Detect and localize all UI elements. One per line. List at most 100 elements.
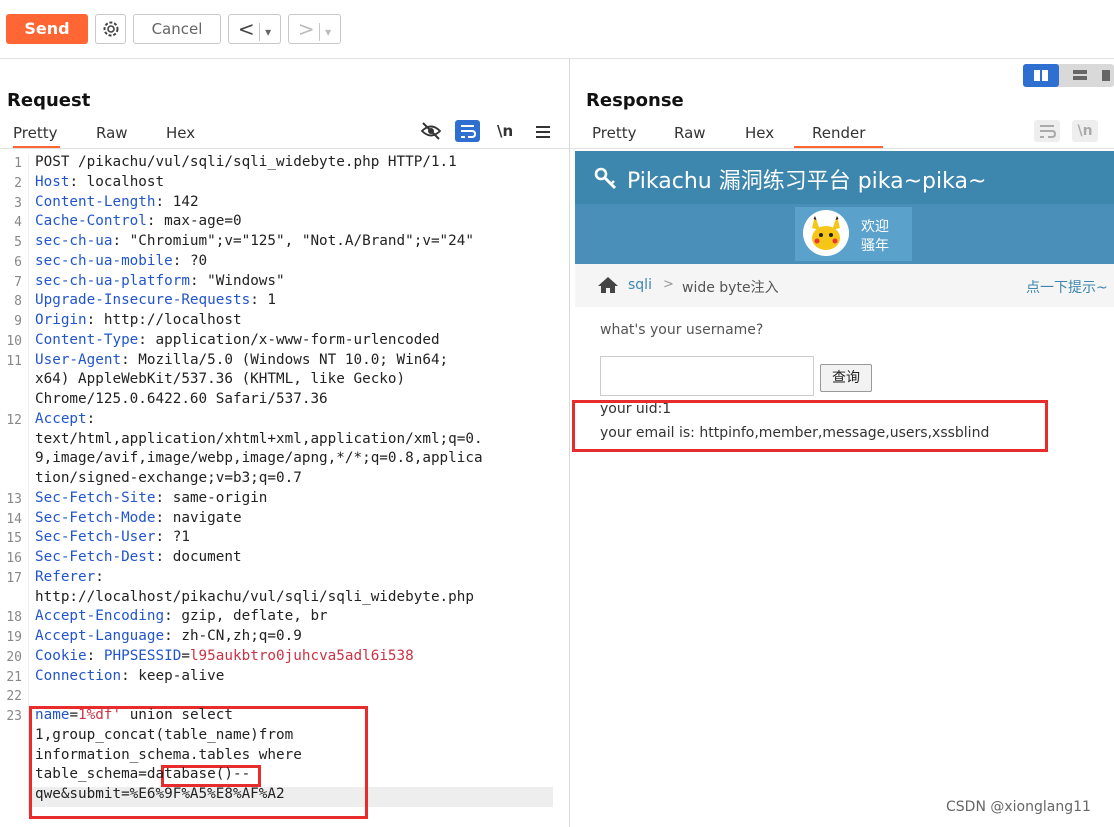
code-line: Chrome/125.0.6422.60 Safari/537.36 <box>35 391 328 407</box>
code-line: sec-ch-ua: "Chromium";v="125", "Not.A/Br… <box>35 233 474 249</box>
back-arrow-icon: < <box>237 17 255 41</box>
line-number: 12 <box>6 412 22 428</box>
layout-toggle <box>1023 64 1114 87</box>
line-number: 15 <box>6 531 22 547</box>
code-line: Accept-Encoding: gzip, deflate, br <box>35 608 328 625</box>
code-line: sec-ch-ua-platform: "Windows" <box>35 272 285 289</box>
avatar <box>803 210 849 256</box>
code-line: Sec-Fetch-Site: same-origin <box>35 489 268 506</box>
gear-icon <box>103 21 118 37</box>
code-line: Origin: http://localhost <box>35 312 242 328</box>
code-line: sec-ch-ua-mobile: ?0 <box>35 252 208 269</box>
columns-icon <box>1034 70 1048 81</box>
line-number: 13 <box>6 491 22 507</box>
user-bar: 欢迎 骚年 <box>575 204 1114 264</box>
code-line: table_schema=database()-- <box>35 766 251 783</box>
forward-button[interactable]: > ▾ <box>288 14 341 44</box>
username-input[interactable] <box>600 356 814 396</box>
cancel-button[interactable]: Cancel <box>133 14 221 44</box>
forward-dropdown-icon[interactable]: ▾ <box>325 25 331 39</box>
line-number: 19 <box>6 630 22 645</box>
code-line: Accept-Language: zh-CN,zh;q=0.9 <box>35 628 302 644</box>
code-line: Host: localhost <box>35 173 165 190</box>
code-line: Content-Type: application/x-www-form-url… <box>35 331 440 348</box>
line-number: 5 <box>14 235 22 250</box>
line-number: 7 <box>14 274 22 290</box>
wrap-icon <box>1040 125 1057 138</box>
code-line: Sec-Fetch-User: ?1 <box>35 529 190 546</box>
welcome-text-1: 欢迎 <box>861 219 889 235</box>
code-line: Cookie: PHPSESSID=l95aukbtro0juhcva5adl6… <box>35 647 414 664</box>
code-line: http://localhost/pikachu/vul/sqli/sqli_w… <box>35 588 474 605</box>
line-number: 11 <box>6 353 22 369</box>
code-line: Upgrade-Insecure-Requests: 1 <box>35 292 277 309</box>
line-number: 14 <box>6 511 22 527</box>
code-line: Referer: <box>35 568 104 585</box>
breadcrumb-sqli-link[interactable]: sqli <box>628 277 652 293</box>
panel-divider[interactable] <box>569 58 570 827</box>
code-line: qwe&submit=%E6%9F%A5%E8%AF%A2 <box>35 786 285 802</box>
line-number: 23 <box>6 709 22 724</box>
back-dropdown-icon[interactable]: ▾ <box>265 25 271 39</box>
line-number: 9 <box>14 314 22 329</box>
line-number: 10 <box>6 333 22 349</box>
code-line: 1,group_concat(table_name)from <box>35 726 294 743</box>
code-line: Sec-Fetch-Mode: navigate <box>35 509 242 526</box>
single-panel-icon[interactable] <box>1098 64 1114 87</box>
breadcrumb-current: wide byte注入 <box>682 280 779 296</box>
line-number: 21 <box>6 669 22 685</box>
line-number: 8 <box>14 294 22 310</box>
wrap-lines-button[interactable] <box>455 120 480 142</box>
response-newline-toggle[interactable]: \n <box>1072 120 1098 142</box>
line-number: 16 <box>6 551 22 566</box>
code-line: tion/signed-exchange;v=b3;q=0.7 <box>35 470 302 486</box>
welcome-text-2: 骚年 <box>861 238 889 254</box>
pikachu-avatar-icon <box>812 216 840 250</box>
code-line: User-Agent: Mozilla/5.0 (Windows NT 10.0… <box>35 351 449 368</box>
line-number: 18 <box>6 610 22 626</box>
menu-icon[interactable] <box>535 124 551 140</box>
code-line: POST /pikachu/vul/sqli/sqli_widebyte.php… <box>35 154 457 170</box>
response-tab-render[interactable]: Render <box>794 124 884 148</box>
response-title: Response <box>586 90 684 111</box>
newline-toggle[interactable]: \n <box>497 122 513 140</box>
line-number: 6 <box>14 254 22 270</box>
query-button[interactable]: 查询 <box>820 364 872 392</box>
code-line: Cache-Control: max-age=0 <box>35 213 242 230</box>
request-tab-raw[interactable]: Raw <box>96 124 128 142</box>
key-icon <box>594 167 617 190</box>
result-highlight <box>572 400 1048 452</box>
line-number: 20 <box>6 649 22 665</box>
send-button[interactable]: Send <box>6 14 88 44</box>
back-button[interactable]: < ▾ <box>228 14 281 44</box>
user-box[interactable]: 欢迎 骚年 <box>795 207 912 261</box>
code-line: Connection: keep-alive <box>35 667 225 684</box>
response-tab-hex[interactable]: Hex <box>745 124 774 142</box>
line-number: 1 <box>14 156 22 171</box>
username-prompt: what's your username? <box>600 322 764 338</box>
settings-button[interactable] <box>95 14 126 44</box>
line-number: 3 <box>14 195 22 211</box>
breadcrumb: sqli > wide byte注入 点一下提示~ <box>575 264 1114 307</box>
request-tab-hex[interactable]: Hex <box>166 124 195 142</box>
hide-icon[interactable] <box>420 121 442 141</box>
response-tab-raw[interactable]: Raw <box>674 124 706 142</box>
breadcrumb-separator: > <box>663 277 674 292</box>
hint-link[interactable]: 点一下提示~ <box>1026 277 1108 297</box>
request-tab-pretty[interactable]: Pretty <box>13 124 60 148</box>
site-header: Pikachu 漏洞练习平台 pika~pika~ <box>575 151 1114 204</box>
code-line: information_schema.tables where <box>35 746 302 763</box>
line-number: 22 <box>6 689 22 705</box>
request-title: Request <box>7 90 91 111</box>
rows-icon[interactable] <box>1065 64 1095 87</box>
response-wrap-button[interactable] <box>1034 120 1060 142</box>
toolbar: Send Cancel < ▾ > ▾ <box>0 0 1114 59</box>
home-icon[interactable] <box>597 276 619 294</box>
response-tab-pretty[interactable]: Pretty <box>592 124 637 142</box>
line-number: 4 <box>14 215 22 231</box>
layout-split-button[interactable] <box>1023 64 1059 87</box>
line-number: 2 <box>14 175 22 191</box>
code-line: Accept: <box>35 410 96 427</box>
code-line: x64) AppleWebKit/537.36 (KHTML, like Gec… <box>35 371 406 388</box>
forward-arrow-icon: > <box>297 17 315 41</box>
